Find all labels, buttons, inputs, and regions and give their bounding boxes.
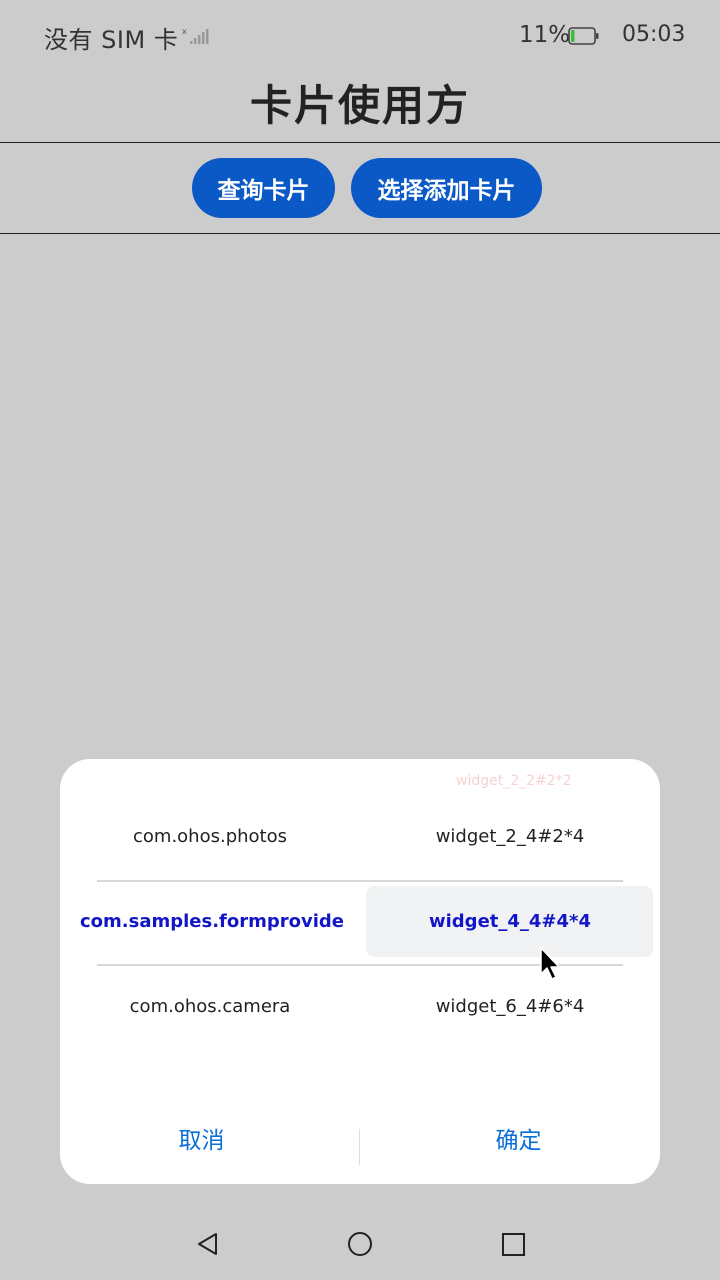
screen: 没有 SIM 卡 x 11% 05:03 卡片使用方 查询卡片 选择添加卡片 w…: [0, 0, 720, 1280]
bundle-option-selected[interactable]: com.samples.formprovide: [80, 911, 344, 932]
widget-option-selected[interactable]: widget_4_4#4*4: [390, 911, 630, 932]
battery-icon: [568, 27, 599, 45]
svg-text:x: x: [182, 27, 187, 36]
carrier-label: 没有 SIM 卡: [44, 26, 179, 54]
select-add-card-button[interactable]: 选择添加卡片: [351, 158, 542, 218]
card-picker-dialog: widget_2_2#2*2 com.ohos.photos com.sampl…: [60, 759, 660, 1184]
battery-percent: 11%: [519, 22, 571, 48]
back-icon[interactable]: [192, 1228, 224, 1260]
clock: 05:03: [622, 22, 686, 47]
signal-icon: x: [182, 27, 209, 44]
picker-divider-top: [97, 880, 623, 882]
dialog-button-separator: [359, 1129, 360, 1165]
header-divider-bottom: [0, 233, 720, 234]
status-bar: 没有 SIM 卡 x 11% 05:03: [0, 0, 720, 72]
bundle-option[interactable]: com.ohos.photos: [90, 826, 330, 847]
recents-icon[interactable]: [497, 1228, 529, 1260]
query-cards-button[interactable]: 查询卡片: [192, 158, 335, 218]
widget-option[interactable]: widget_6_4#6*4: [390, 996, 630, 1017]
picker-faded-item: widget_2_2#2*2: [456, 773, 572, 789]
bundle-option[interactable]: com.ohos.camera: [90, 996, 330, 1017]
page-title: 卡片使用方: [249, 81, 470, 130]
confirm-button[interactable]: 确定: [417, 1121, 620, 1155]
header-divider-top: [0, 142, 720, 143]
mouse-cursor-icon: [540, 947, 560, 980]
home-icon[interactable]: [344, 1228, 376, 1260]
widget-option[interactable]: widget_2_4#2*4: [390, 826, 630, 847]
cancel-button[interactable]: 取消: [100, 1121, 303, 1155]
